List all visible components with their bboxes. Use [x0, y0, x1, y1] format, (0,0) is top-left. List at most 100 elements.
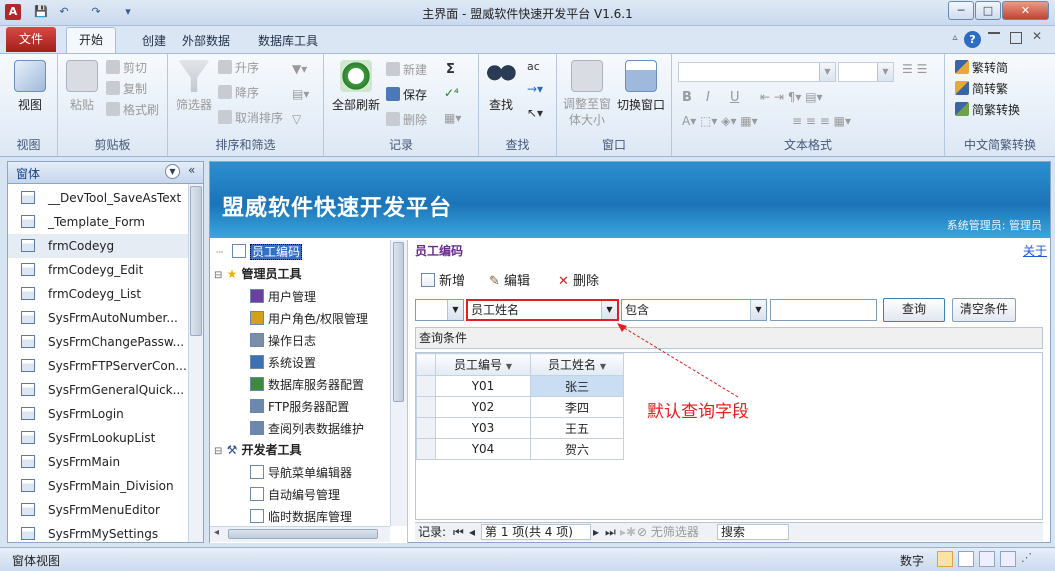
- nav-item[interactable]: SysFrmGeneralQuick...: [8, 378, 188, 402]
- tab-home[interactable]: 开始: [66, 27, 116, 53]
- logic-combo[interactable]: ▼: [415, 299, 464, 321]
- value-input[interactable]: [770, 299, 877, 321]
- tree-hscrollbar[interactable]: ◂: [210, 526, 390, 542]
- chevron-down-icon[interactable]: ▼: [600, 362, 606, 371]
- restore-doc-icon[interactable]: [1010, 32, 1022, 44]
- tab-file[interactable]: 文件: [6, 27, 56, 52]
- nav-item[interactable]: _Template_Form: [8, 210, 188, 234]
- collapse-node-icon[interactable]: ⊟: [214, 446, 222, 457]
- tab-database-tools[interactable]: 数据库工具: [246, 30, 330, 53]
- spelling-icon[interactable]: ✓⁴: [444, 86, 459, 100]
- bold-button[interactable]: B: [682, 90, 692, 105]
- table-row[interactable]: Y04 贺六: [416, 438, 624, 460]
- copy-button[interactable]: 复制: [106, 79, 147, 99]
- paste-button[interactable]: 粘贴: [62, 60, 102, 113]
- row-selector[interactable]: [416, 375, 436, 397]
- record-search-input[interactable]: 搜索: [717, 524, 789, 540]
- help-icon[interactable]: ?: [964, 31, 981, 48]
- tree-scroll-thumb[interactable]: [393, 242, 404, 402]
- first-record-icon[interactable]: ⏮: [453, 523, 464, 541]
- chevron-down-icon[interactable]: ▼: [165, 164, 180, 179]
- tree-scrollbar[interactable]: [390, 240, 407, 526]
- align-icons[interactable]: ≡ ≡ ≡ ▦▾: [792, 114, 851, 128]
- nav-scroll-thumb[interactable]: [190, 186, 202, 336]
- operator-combo[interactable]: 包含 ▼: [621, 299, 767, 321]
- tree-item[interactable]: 临时数据库管理: [250, 507, 352, 527]
- field-combo[interactable]: 员工姓名 ▼: [466, 299, 619, 321]
- clear-filter-button[interactable]: 清空条件: [952, 298, 1016, 322]
- table-cell[interactable]: Y04: [435, 438, 531, 460]
- table-cell[interactable]: 李四: [530, 396, 624, 418]
- nav-item[interactable]: SysFrmLookupList: [8, 426, 188, 450]
- font-color-icons[interactable]: A▾ ⬚▾ ◈▾ ▦▾: [682, 114, 758, 128]
- collapse-node-icon[interactable]: ⊟: [214, 270, 222, 281]
- replace-icon[interactable]: ac: [527, 60, 540, 73]
- datasheet-view-icon[interactable]: [958, 551, 974, 567]
- row-selector[interactable]: [416, 417, 436, 439]
- add-button[interactable]: 新增: [421, 270, 465, 289]
- filter-button[interactable]: 筛选器: [172, 60, 216, 113]
- remove-sort-button[interactable]: 取消排序: [218, 108, 283, 128]
- tree-item[interactable]: 系统设置: [250, 353, 316, 373]
- view-button[interactable]: 视图: [10, 60, 50, 113]
- indent-icons[interactable]: ⇤ ⇥ ¶▾ ▤▾: [760, 90, 823, 104]
- tree-item[interactable]: 数据库服务器配置: [250, 375, 364, 395]
- select-icon[interactable]: ↖▾: [527, 106, 543, 120]
- new-record-button[interactable]: 新建: [386, 60, 427, 80]
- table-cell[interactable]: 张三: [530, 375, 624, 397]
- tree-item[interactable]: FTP服务器配置: [250, 397, 349, 417]
- chevron-down-icon[interactable]: ▼: [447, 300, 463, 320]
- nav-item[interactable]: SysFrmMain_Division: [8, 474, 188, 498]
- select-all-corner[interactable]: [416, 353, 436, 376]
- tab-external-data[interactable]: 外部数据: [170, 30, 242, 53]
- save-record-button[interactable]: 保存: [386, 85, 427, 105]
- t2s-button[interactable]: 繁转简: [955, 58, 1008, 78]
- font-size-combo[interactable]: ▼: [838, 62, 894, 82]
- nav-item[interactable]: SysFrmFTPServerCon...: [8, 354, 188, 378]
- minimize-button[interactable]: ─: [948, 1, 974, 20]
- resize-grip-icon[interactable]: ⋰: [1021, 551, 1037, 567]
- chevron-down-icon[interactable]: ▼: [601, 301, 617, 319]
- no-filter-button[interactable]: ⊘ 无筛选器: [637, 523, 699, 541]
- nav-item[interactable]: frmCodeyg: [8, 234, 188, 258]
- refresh-all-button[interactable]: 全部刷新: [328, 60, 384, 113]
- nav-item[interactable]: SysFrmMySettings: [8, 522, 188, 542]
- nav-item[interactable]: SysFrmLogin: [8, 402, 188, 426]
- next-record-icon[interactable]: ▸: [593, 523, 599, 541]
- layout-view-icon[interactable]: [979, 551, 995, 567]
- tree-item-employee-code[interactable]: 员工编码: [232, 242, 303, 262]
- table-cell[interactable]: Y01: [435, 375, 531, 397]
- nav-item[interactable]: SysFrmMenuEditor: [8, 498, 188, 522]
- nav-item[interactable]: SysFrmMain: [8, 450, 188, 474]
- table-cell[interactable]: 王五: [530, 417, 624, 439]
- nav-item[interactable]: __DevTool_SaveAsText: [8, 186, 188, 210]
- delete-button[interactable]: ✕ 删除: [558, 270, 599, 289]
- tree-hscroll-thumb[interactable]: [228, 529, 378, 539]
- table-row[interactable]: Y03 王五: [416, 417, 624, 439]
- fit-to-form-button[interactable]: 调整至窗体大小: [561, 60, 613, 128]
- close-doc-icon[interactable]: ✕: [1032, 29, 1042, 43]
- toggle-filter-icon[interactable]: ▽: [292, 112, 301, 126]
- form-view-icon[interactable]: [937, 551, 953, 567]
- advanced-filter-icon[interactable]: ▤▾: [292, 87, 309, 101]
- collapse-ribbon-icon[interactable]: ▵: [947, 32, 963, 48]
- tree-item[interactable]: 用户管理: [250, 287, 316, 307]
- tree-item[interactable]: 用户角色/权限管理: [250, 309, 368, 329]
- tree-item[interactable]: 自动编号管理: [250, 485, 340, 505]
- design-view-icon[interactable]: [1000, 551, 1016, 567]
- format-painter-button[interactable]: 格式刷: [106, 100, 159, 120]
- nav-item[interactable]: SysFrmAutoNumber...: [8, 306, 188, 330]
- conv-button[interactable]: 简繁转换: [955, 100, 1020, 120]
- underline-button[interactable]: U: [730, 90, 740, 105]
- table-cell[interactable]: 贺六: [530, 438, 624, 460]
- maximize-button[interactable]: □: [975, 1, 1001, 20]
- nav-scrollbar[interactable]: [188, 184, 203, 542]
- italic-button[interactable]: I: [706, 90, 710, 105]
- chevron-down-icon[interactable]: ▼: [506, 362, 512, 371]
- table-row[interactable]: Y02 李四: [416, 396, 624, 418]
- s2t-button[interactable]: 简转繁: [955, 79, 1008, 99]
- chevron-down-icon[interactable]: ▼: [750, 300, 766, 320]
- new-record-nav-icon[interactable]: ▸✱: [620, 523, 636, 541]
- nav-item[interactable]: SysFrmChangePassw...: [8, 330, 188, 354]
- tree-item[interactable]: 导航菜单编辑器: [250, 463, 352, 483]
